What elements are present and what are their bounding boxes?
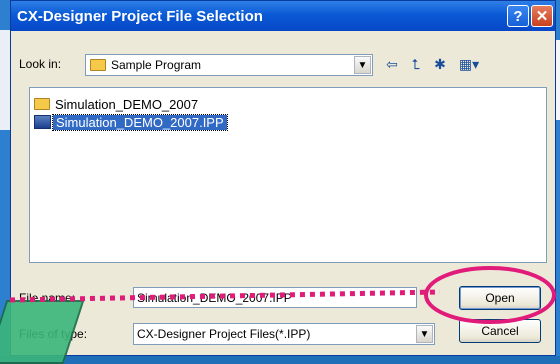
file-name: Simulation_DEMO_2007.IPP bbox=[52, 113, 228, 131]
file-type-combo[interactable]: CX-Designer Project Files(*.IPP) ▼ bbox=[133, 323, 435, 345]
look-in-combo[interactable]: Sample Program ▼ bbox=[85, 54, 373, 76]
list-item[interactable]: Simulation_DEMO_2007.IPP bbox=[34, 113, 228, 131]
cancel-label: Cancel bbox=[481, 324, 519, 338]
help-button[interactable]: ? bbox=[507, 5, 529, 27]
file-name-value: Simulation_DEMO_2007.IPP bbox=[137, 290, 292, 305]
new-folder-icon[interactable]: ✱ bbox=[431, 55, 449, 73]
folder-icon bbox=[90, 59, 106, 71]
file-name-input[interactable]: Simulation_DEMO_2007.IPP bbox=[133, 287, 417, 308]
file-selection-dialog: CX-Designer Project File Selection ? ✕ L… bbox=[10, 0, 556, 356]
dialog-title: CX-Designer Project File Selection bbox=[17, 7, 263, 25]
open-button[interactable]: Open bbox=[459, 286, 541, 310]
cancel-button[interactable]: Cancel bbox=[459, 319, 541, 343]
close-button[interactable]: ✕ bbox=[531, 5, 553, 27]
chevron-down-icon[interactable]: ▼ bbox=[354, 56, 371, 74]
file-type-value: CX-Designer Project Files(*.IPP) bbox=[137, 327, 311, 341]
view-menu-icon[interactable]: ▦▾ bbox=[457, 55, 481, 73]
open-label: Open bbox=[485, 291, 515, 305]
project-file-icon bbox=[34, 115, 51, 129]
up-folder-icon[interactable]: ⮤ bbox=[407, 55, 425, 73]
file-list[interactable]: Simulation_DEMO_2007 Simulation_DEMO_200… bbox=[29, 87, 547, 263]
file-name: Simulation_DEMO_2007 bbox=[55, 96, 199, 112]
look-in-label: Look in: bbox=[19, 57, 62, 71]
back-arrow-icon[interactable]: ⇦ bbox=[383, 55, 401, 73]
title-bar[interactable]: CX-Designer Project File Selection ? ✕ bbox=[11, 1, 555, 31]
chevron-down-icon[interactable]: ▼ bbox=[416, 325, 433, 343]
folder-icon bbox=[34, 98, 50, 110]
look-in-value: Sample Program bbox=[111, 58, 202, 72]
list-item[interactable]: Simulation_DEMO_2007 bbox=[34, 95, 201, 113]
